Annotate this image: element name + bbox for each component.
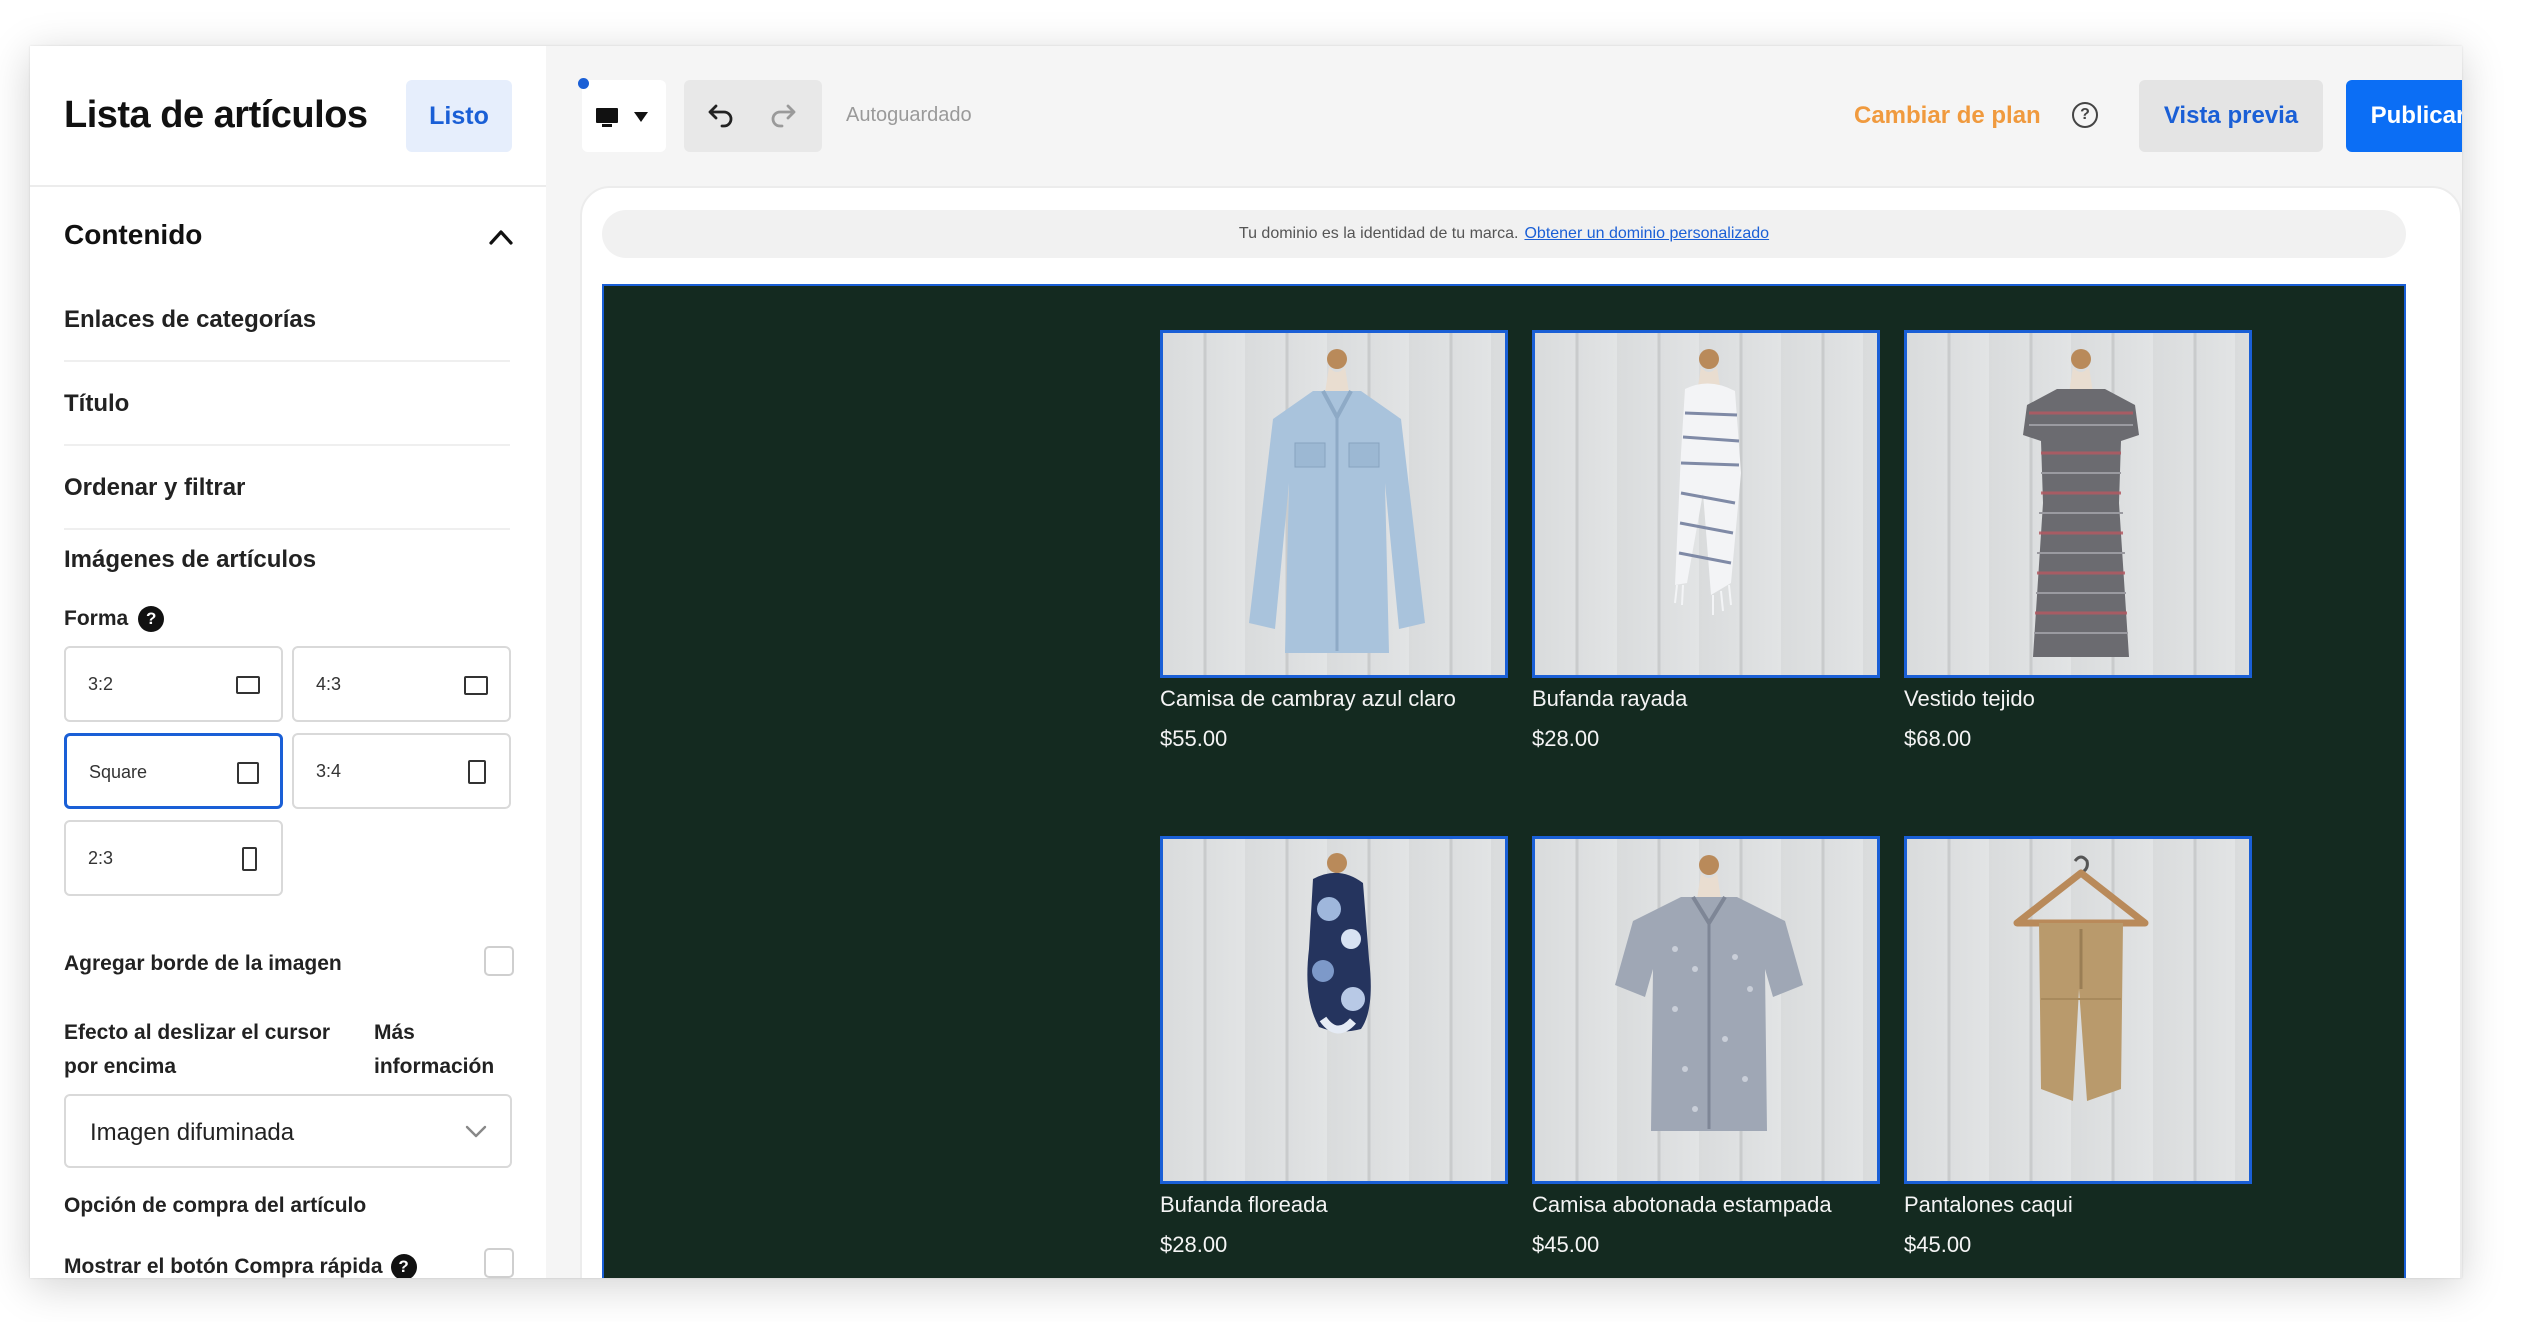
shape-option-label: 2:3 (88, 848, 114, 868)
shape-option-2-3[interactable]: 2:3 (64, 820, 283, 896)
product-name[interactable]: Camisa abotonada estampada (1532, 1192, 1880, 1218)
product-price: $45.00 (1904, 1232, 1972, 1257)
editor-window: Lista de artículos Listo Contenido Enlac… (30, 46, 2462, 1278)
product-image-striped-scarf[interactable] (1532, 330, 1880, 678)
product-image-floral-scarf[interactable] (1160, 836, 1508, 1184)
domain-banner: Tu dominio es la identidad de tu marca. … (602, 210, 2406, 258)
quick-buy-label-wrap: Mostrar el botón Compra rápida ? (64, 1254, 417, 1278)
top-toolbar: Autoguardado Cambiar de plan ? Vista pre… (546, 46, 2462, 187)
question-circle-icon[interactable]: ? (2072, 102, 2098, 128)
portrait-rect-icon (242, 847, 257, 871)
product-price: $68.00 (1904, 726, 1972, 751)
product-price: $55.00 (1160, 726, 1228, 751)
sidebar-header: Lista de artículos Listo (30, 46, 546, 187)
sidebar-panel: Lista de artículos Listo Contenido Enlac… (30, 46, 546, 1278)
item-images-title: Imágenes de artículos (64, 546, 317, 573)
more-info-link[interactable]: Más información (374, 1016, 514, 1084)
nav-item-label: Ordenar y filtrar (64, 474, 246, 501)
shape-option-label: 3:4 (316, 761, 342, 781)
product-price: $28.00 (1532, 726, 1600, 751)
chevron-down-icon (465, 1125, 487, 1138)
device-selector-button[interactable] (582, 80, 666, 152)
section-title: Contenido (64, 219, 203, 250)
landscape-rect-icon (464, 676, 488, 695)
shape-option-3-4[interactable]: 3:4 (292, 733, 511, 809)
desktop-icon (596, 108, 618, 127)
nav-item-label: Enlaces de categorías (64, 306, 317, 333)
product-name[interactable]: Camisa de cambray azul claro (1160, 686, 1508, 712)
product-image-khaki-pants[interactable] (1904, 836, 2252, 1184)
hover-effect-value: Imagen difuminada (90, 1119, 295, 1146)
hover-effect-select[interactable]: Imagen difuminada (64, 1094, 512, 1168)
image-border-label: Agregar borde de la imagen (64, 952, 342, 975)
shape-option-label: 4:3 (316, 674, 342, 694)
history-group (684, 80, 822, 152)
hover-effect-label: Efecto al deslizar el cursor por encima (64, 1021, 331, 1078)
redo-icon[interactable] (766, 100, 802, 132)
khaki-pants-image (2013, 855, 2149, 1101)
product-card[interactable]: Pantalones caqui $45.00 (1904, 836, 2252, 1258)
image-border-checkbox[interactable] (484, 946, 514, 976)
square-icon (237, 762, 259, 784)
product-price: $45.00 (1532, 1232, 1600, 1257)
content-section-header[interactable]: Contenido (64, 211, 514, 261)
custom-domain-link[interactable]: Obtener un dominio personalizado (1524, 225, 1769, 243)
product-name[interactable]: Bufanda floreada (1160, 1192, 1508, 1218)
product-card[interactable]: Camisa de cambray azul claro $55.00 (1160, 330, 1508, 752)
publish-button[interactable]: Publicar (2346, 80, 2462, 152)
done-button[interactable]: Listo (406, 80, 512, 152)
panel-title: Lista de artículos (64, 94, 368, 136)
upgrade-plan-link[interactable]: Cambiar de plan (1854, 102, 2041, 130)
autosave-status: Autoguardado (846, 104, 972, 126)
product-name[interactable]: Bufanda rayada (1532, 686, 1880, 712)
product-image-printed-shirt[interactable] (1532, 836, 1880, 1184)
product-card[interactable]: Bufanda rayada $28.00 (1532, 330, 1880, 752)
caret-down-icon (634, 112, 648, 122)
chevron-up-icon (489, 230, 513, 245)
site-preview-canvas: Tu dominio es la identidad de tu marca. … (580, 186, 2462, 1278)
product-image-light-blue-shirt[interactable] (1160, 330, 1508, 678)
preview-button[interactable]: Vista previa (2139, 80, 2323, 152)
printed-shirt-image (1615, 855, 1803, 1131)
dress-image (2023, 349, 2139, 657)
buy-option-title: Opción de compra del artículo (64, 1194, 367, 1217)
shape-option-label: 3:2 (88, 674, 114, 694)
shape-option-label: Square (89, 762, 148, 782)
product-card[interactable]: Camisa abotonada estampada $45.00 (1532, 836, 1880, 1258)
domain-banner-text: Tu dominio es la identidad de tu marca. (1238, 225, 1519, 242)
landscape-rect-icon (236, 676, 260, 694)
help-icon[interactable]: ? (390, 1254, 417, 1278)
nav-item-category-links[interactable]: Enlaces de categorías (64, 278, 510, 362)
quick-buy-row: Mostrar el botón Compra rápida ? (64, 1246, 514, 1278)
product-image-knit-dress[interactable] (1904, 330, 2252, 678)
nav-item-title[interactable]: Título (64, 362, 510, 446)
product-name[interactable]: Vestido tejido (1904, 686, 2252, 712)
nav-item-sort-filter[interactable]: Ordenar y filtrar (64, 446, 510, 530)
notification-dot (578, 78, 589, 89)
scarf-image (1674, 349, 1741, 615)
product-name[interactable]: Pantalones caqui (1904, 1192, 2252, 1218)
shape-option-3-2[interactable]: 3:2 (64, 646, 283, 722)
help-icon[interactable]: ? (138, 606, 165, 632)
product-list-section[interactable]: Camisa de cambray azul claro $55.00 Bufa… (602, 284, 2406, 1278)
product-card[interactable]: Bufanda floreada $28.00 (1160, 836, 1508, 1258)
shape-option-4-3[interactable]: 4:3 (292, 646, 511, 722)
shape-option-square[interactable]: Square (64, 733, 283, 809)
shape-label-row: Forma ? (64, 604, 165, 634)
product-price: $28.00 (1160, 1232, 1228, 1257)
image-border-row: Agregar borde de la imagen (64, 944, 514, 984)
portrait-rect-icon (468, 760, 486, 784)
undo-icon[interactable] (702, 100, 738, 132)
nav-item-label: Título (64, 390, 130, 417)
quick-buy-checkbox[interactable] (484, 1248, 514, 1278)
floral-scarf-image (1307, 853, 1371, 1034)
shirt-image (1249, 349, 1425, 653)
shape-label: Forma (64, 607, 129, 630)
product-card[interactable]: Vestido tejido $68.00 (1904, 330, 2252, 752)
quick-buy-label: Mostrar el botón Compra rápida (64, 1255, 383, 1278)
